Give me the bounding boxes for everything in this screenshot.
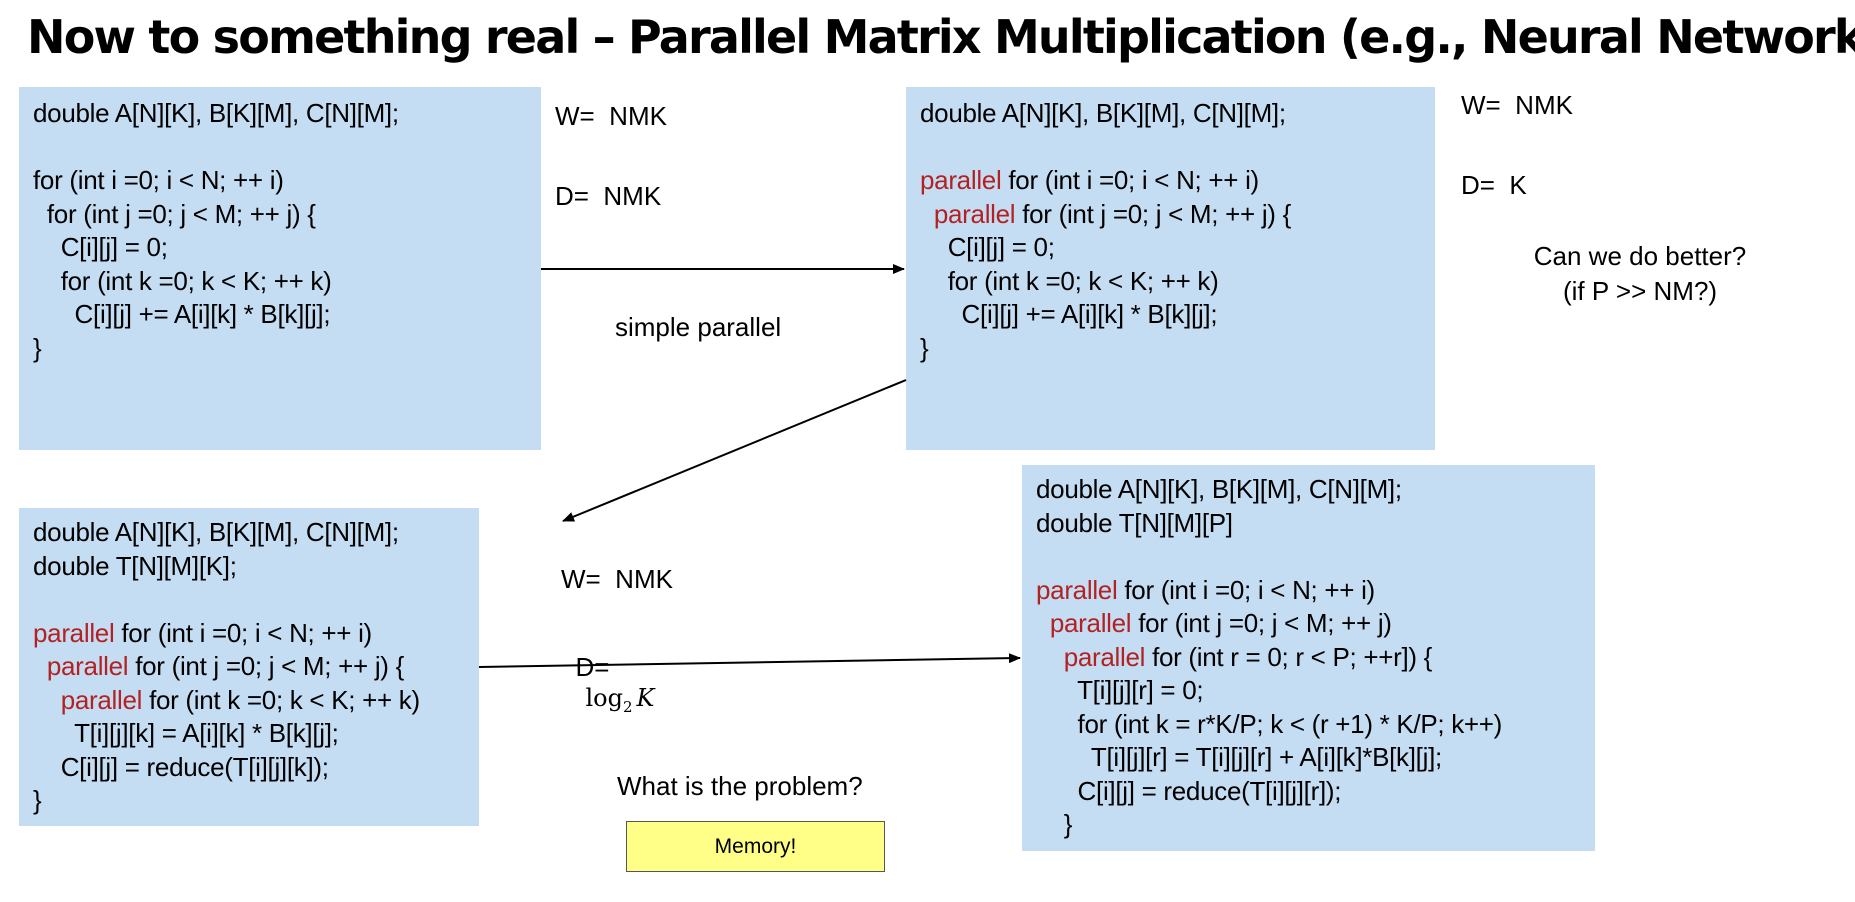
flow-arrows xyxy=(478,264,1021,668)
arrow-to-reduce-parallel xyxy=(562,379,907,522)
arrow-to-blocked-parallel xyxy=(478,653,1021,668)
